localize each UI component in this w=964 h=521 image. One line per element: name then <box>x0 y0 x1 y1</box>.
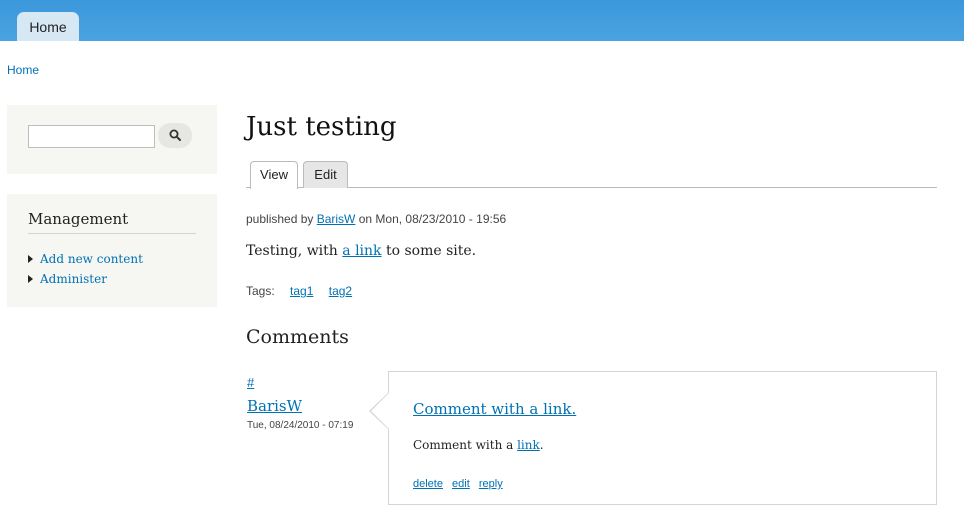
node-tags: Tags: tag1 tag2 <box>246 284 352 298</box>
administer-link[interactable]: Administer <box>40 272 107 286</box>
page-title: Just testing <box>246 112 397 142</box>
management-menu: Add new content Administer <box>28 250 143 290</box>
comment-author-link[interactable]: BarisW <box>247 397 302 415</box>
tab-view[interactable]: View <box>250 161 298 189</box>
comment-date: Tue, 08/24/2010 - 07:19 <box>247 420 354 431</box>
search-icon <box>169 129 181 141</box>
management-item-administer: Administer <box>28 270 143 290</box>
comment-edit-link[interactable]: edit <box>452 478 470 490</box>
comment-box: Comment with a link. Comment with a link… <box>388 371 937 505</box>
comments-title: Comments <box>246 326 349 348</box>
body-text-before: Testing, with <box>246 243 343 259</box>
submitted-date: on Mon, 08/23/2010 - 19:56 <box>355 212 507 226</box>
search-button[interactable] <box>158 123 192 148</box>
comment-title-link[interactable]: Comment with a link. <box>413 400 576 418</box>
submitted-prefix: published by <box>246 212 317 226</box>
comment-body-after: . <box>539 438 544 452</box>
nav-tab-home[interactable]: Home <box>17 12 79 41</box>
search-block <box>7 105 217 174</box>
body-link[interactable]: a link <box>342 243 381 259</box>
comment-permalink[interactable]: # <box>247 375 254 390</box>
tag-link[interactable]: tag1 <box>290 284 313 298</box>
management-title: Management <box>28 210 196 234</box>
body-text-after: to some site. <box>381 243 477 259</box>
triangle-right-icon <box>28 255 33 263</box>
header-bar: Home <box>0 0 964 41</box>
comment-delete-link[interactable]: delete <box>413 478 443 490</box>
add-new-content-link[interactable]: Add new content <box>40 252 143 266</box>
breadcrumb-home[interactable]: Home <box>7 63 39 77</box>
comment-body: Comment with a link. <box>413 438 544 452</box>
management-block: Management Add new content Administer <box>7 194 217 307</box>
management-item-add-content: Add new content <box>28 250 143 270</box>
search-input[interactable] <box>28 125 155 148</box>
comment-reply-link[interactable]: reply <box>479 478 503 490</box>
comment-links: delete edit reply <box>413 478 509 490</box>
comment-body-link[interactable]: link <box>517 438 540 452</box>
comment-body-before: Comment with a <box>413 438 518 452</box>
tab-edit[interactable]: Edit <box>303 161 348 188</box>
comment-pointer-fill <box>371 393 389 429</box>
tags-label: Tags: <box>246 284 275 298</box>
tag-link[interactable]: tag2 <box>329 284 352 298</box>
node-submitted: published by BarisW on Mon, 08/23/2010 -… <box>246 212 506 226</box>
tabs-divider <box>246 187 937 188</box>
node-author-link[interactable]: BarisW <box>317 212 356 226</box>
triangle-right-icon <box>28 275 33 283</box>
node-body: Testing, with a link to some site. <box>246 243 476 259</box>
